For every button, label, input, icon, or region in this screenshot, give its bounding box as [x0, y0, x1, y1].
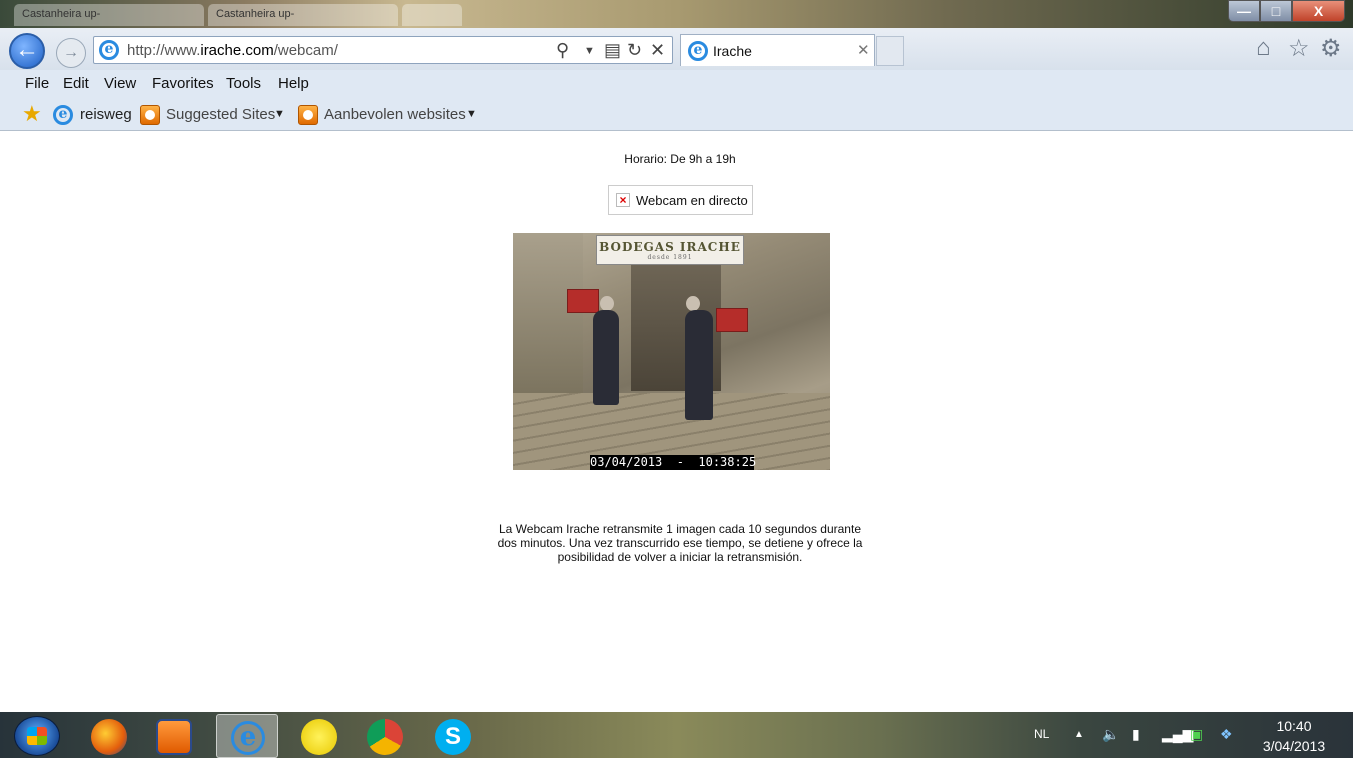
- start-button[interactable]: [14, 716, 60, 756]
- url-text[interactable]: http://www.irache.com/webcam/: [127, 42, 338, 59]
- background-tab-2[interactable]: Castanheira up-: [208, 4, 398, 26]
- favorite-aanbevolen-websites[interactable]: Aanbevolen websites: [324, 106, 466, 123]
- smiley-icon: [301, 719, 337, 755]
- background-tab-2-label: Castanheira up-: [216, 8, 295, 20]
- favorite-suggested-sites[interactable]: Suggested Sites: [166, 106, 275, 123]
- favorite-reisweg[interactable]: reisweg: [80, 106, 132, 123]
- favorites-bar: ★ e reisweg Suggested Sites ▼ Aanbevolen…: [0, 98, 1353, 131]
- menu-bar: File Edit View Favorites Tools Help: [0, 70, 1353, 98]
- sign-text: BODEGAS IRACHE: [599, 240, 741, 254]
- taskbar-chrome[interactable]: [354, 714, 416, 758]
- signal-icon[interactable]: ▂▄▆: [1162, 726, 1193, 743]
- clock-time[interactable]: 10:40: [1252, 718, 1336, 734]
- suggested-sites-icon: [140, 105, 160, 125]
- taskbar-firefox[interactable]: [78, 714, 140, 758]
- menu-edit[interactable]: Edit: [63, 75, 89, 92]
- active-tab-label: Irache: [713, 43, 752, 59]
- background-tab-3[interactable]: [402, 4, 462, 26]
- firefox-icon: [91, 719, 127, 755]
- windows-taskbar: e S NL ▲ 🔈 ▮ ▂▄▆ ▣ ❖ 10:40 3/04/2013: [0, 712, 1353, 758]
- clock-date[interactable]: 3/04/2013: [1252, 738, 1336, 754]
- aanbevolen-dropdown-icon[interactable]: ▼: [466, 108, 477, 120]
- schedule-text: Horario: De 9h a 19h: [624, 152, 736, 166]
- webcam-link-label: Webcam en directo: [636, 193, 748, 208]
- sign-subtext: desde 1891: [647, 254, 693, 261]
- person-left-head: [600, 296, 614, 311]
- dropbox-icon[interactable]: ❖: [1220, 726, 1233, 743]
- background-tab-1-label: Castanheira up-: [22, 8, 101, 20]
- webcam-live-link[interactable]: × Webcam en directo: [608, 185, 753, 215]
- home-icon[interactable]: ⌂: [1256, 34, 1271, 62]
- favorites-star-icon[interactable]: ☆: [1288, 34, 1310, 63]
- back-button[interactable]: ←: [9, 33, 45, 69]
- bodegas-irache-sign: BODEGAS IRACHE desde 1891: [596, 235, 744, 265]
- close-icon: X: [1313, 3, 1324, 19]
- broken-image-icon: ×: [616, 193, 630, 207]
- stop-icon[interactable]: ✕: [650, 40, 665, 61]
- active-tab[interactable]: e Irache ✕: [680, 34, 875, 66]
- sync-app-icon[interactable]: ▣: [1190, 726, 1203, 743]
- taskbar-media-player[interactable]: [143, 714, 205, 758]
- search-icon[interactable]: ⚲: [556, 40, 569, 61]
- person-left: [593, 310, 619, 405]
- menu-tools[interactable]: Tools: [226, 75, 261, 92]
- show-hidden-icons-icon[interactable]: ▲: [1074, 729, 1084, 740]
- webcam-image: BODEGAS IRACHE desde 1891 03/04/2013 - 1…: [513, 233, 830, 470]
- battery-icon[interactable]: ▮: [1132, 726, 1140, 743]
- minimize-icon: —: [1237, 3, 1251, 19]
- language-indicator[interactable]: NL: [1034, 727, 1049, 741]
- menu-help[interactable]: Help: [278, 75, 309, 92]
- taskbar-smiley-app[interactable]: [288, 714, 350, 758]
- menu-view[interactable]: View: [104, 75, 136, 92]
- add-favorites-star-icon[interactable]: ★: [22, 101, 42, 127]
- url-domain: irache.com: [200, 42, 274, 59]
- address-bar[interactable]: e http://www.irache.com/webcam/ ⚲ ▼ ▤ ↻ …: [93, 36, 673, 64]
- menu-favorites[interactable]: Favorites: [152, 75, 214, 92]
- background-tab-1[interactable]: Castanheira up-: [14, 4, 204, 26]
- minimize-button[interactable]: —: [1228, 0, 1260, 22]
- red-plaque-right: [716, 308, 748, 332]
- back-arrow-icon: ←: [15, 36, 39, 63]
- new-tab-button[interactable]: [876, 36, 904, 66]
- settings-gear-icon[interactable]: ⚙: [1320, 34, 1342, 63]
- tab-close-icon[interactable]: ✕: [857, 41, 870, 59]
- url-path: /webcam/: [273, 42, 338, 59]
- close-window-button[interactable]: X: [1292, 0, 1345, 22]
- aanbevolen-websites-icon: [298, 105, 318, 125]
- internet-explorer-icon: e: [231, 721, 265, 755]
- tab-ie-icon: e: [688, 41, 708, 61]
- person-right-head: [686, 296, 700, 311]
- webcam-description: La Webcam Irache retransmite 1 imagen ca…: [497, 522, 863, 564]
- maximize-button[interactable]: □: [1260, 0, 1292, 22]
- taskbar-skype[interactable]: S: [422, 714, 484, 758]
- refresh-icon[interactable]: ↻: [627, 40, 642, 61]
- maximize-icon: □: [1271, 3, 1281, 19]
- taskbar-internet-explorer[interactable]: e: [216, 714, 278, 758]
- forward-button[interactable]: →: [56, 38, 86, 68]
- browser-title-strip: Castanheira up- Castanheira up- — □ X: [0, 0, 1353, 30]
- webcam-timestamp: 03/04/2013 - 10:38:25: [590, 455, 757, 470]
- compatibility-view-icon[interactable]: ▤: [604, 40, 621, 61]
- forward-arrow-icon: →: [63, 44, 79, 61]
- suggested-sites-dropdown-icon[interactable]: ▼: [274, 108, 285, 120]
- reisweg-ie-icon: e: [53, 105, 73, 125]
- dropdown-arrow-icon[interactable]: ▼: [584, 45, 595, 57]
- url-prefix: http://www.: [127, 42, 201, 59]
- media-player-icon: [156, 719, 192, 755]
- navigation-bar: ← → e http://www.irache.com/webcam/ ⚲ ▼ …: [0, 28, 1353, 70]
- person-right: [685, 310, 713, 420]
- menu-file[interactable]: File: [25, 75, 49, 92]
- ie-page-icon: e: [99, 40, 119, 60]
- chrome-icon: [367, 719, 403, 755]
- webcam-wall: [513, 233, 583, 393]
- volume-icon[interactable]: 🔈: [1102, 726, 1119, 743]
- skype-icon: S: [435, 719, 471, 755]
- red-plaque-left: [567, 289, 599, 313]
